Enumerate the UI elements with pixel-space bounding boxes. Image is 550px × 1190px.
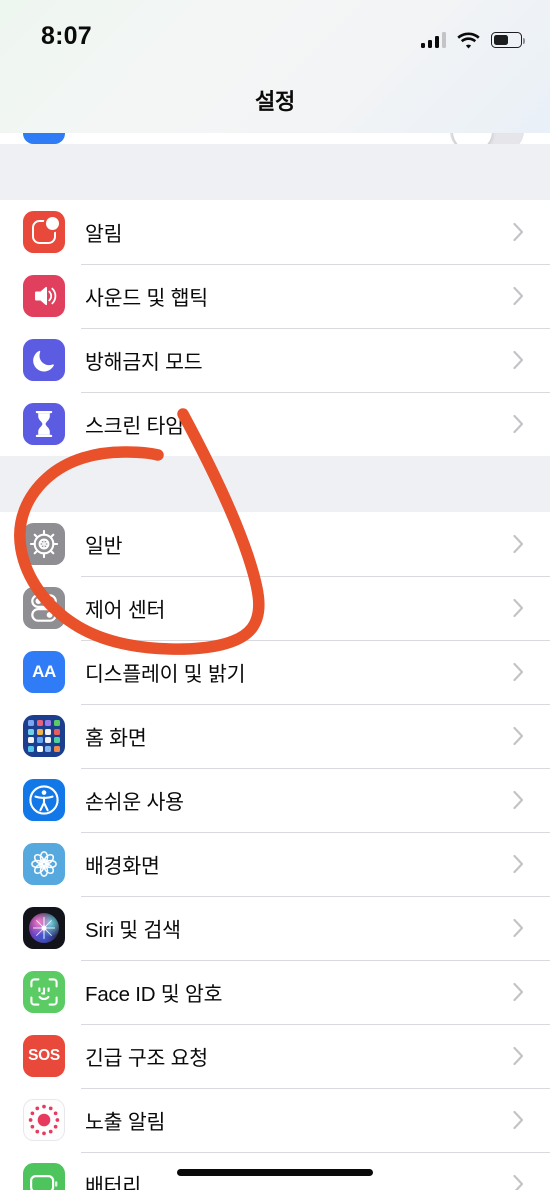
accessibility-icon xyxy=(23,779,65,821)
settings-row-wallpaper[interactable]: 배경화면 xyxy=(0,832,550,896)
settings-row-emergency-sos[interactable]: SOS 긴급 구조 요청 xyxy=(0,1024,550,1088)
battery-settings-icon xyxy=(23,1163,65,1190)
chevron-right-icon xyxy=(513,1174,524,1190)
sound-haptics-icon xyxy=(23,275,65,317)
settings-row-accessibility[interactable]: 손쉬운 사용 xyxy=(0,768,550,832)
chevron-right-icon xyxy=(513,918,524,938)
status-bar-indicators xyxy=(420,26,525,49)
chevron-right-icon xyxy=(513,982,524,1002)
status-bar-clock: 8:07 xyxy=(41,22,92,50)
chevron-right-icon xyxy=(513,222,524,242)
settings-row-display-brightness[interactable]: AA 디스플레이 및 밝기 xyxy=(0,640,550,704)
navigation-header: 8:07 설정 xyxy=(0,0,550,133)
row-label: 디스플레이 및 밝기 xyxy=(85,663,246,686)
home-screen-icon xyxy=(23,715,65,757)
row-label: 사운드 및 햅틱 xyxy=(85,287,208,310)
row-label: 긴급 구조 요청 xyxy=(85,1047,208,1070)
row-label: 배경화면 xyxy=(85,855,160,878)
screen-time-icon xyxy=(23,403,65,445)
row-label: Face ID 및 암호 xyxy=(85,983,223,1006)
control-center-icon xyxy=(23,587,65,629)
wallpaper-icon xyxy=(23,843,65,885)
chevron-right-icon xyxy=(513,286,524,306)
row-label: 손쉬운 사용 xyxy=(85,791,184,814)
emergency-sos-icon: SOS xyxy=(23,1035,65,1077)
status-bar: 8:07 xyxy=(0,0,550,62)
settings-list[interactable]: 알림 사운드 및 햅틱 방해금지 모드 스크린 타임 일반 제어 센터 AA 디… xyxy=(0,133,550,1190)
row-label: 홈 화면 xyxy=(85,727,147,750)
general-group: 일반 제어 센터 AA 디스플레이 및 밝기 홈 화면 손쉬운 사용 배경화면 … xyxy=(0,512,550,1190)
settings-row-face-id[interactable]: Face ID 및 암호 xyxy=(0,960,550,1024)
row-label: 일반 xyxy=(85,535,123,558)
chevron-right-icon xyxy=(513,790,524,810)
row-label: 노출 알림 xyxy=(85,1111,166,1134)
notifications-icon xyxy=(23,211,65,253)
row-label: 제어 센터 xyxy=(85,599,166,622)
chevron-right-icon xyxy=(513,414,524,434)
chevron-right-icon xyxy=(513,854,524,874)
chevron-right-icon xyxy=(513,1110,524,1130)
row-label: 배터리 xyxy=(85,1175,141,1190)
chevron-right-icon xyxy=(513,598,524,618)
settings-row-do-not-disturb[interactable]: 방해금지 모드 xyxy=(0,328,550,392)
row-label: Siri 및 검색 xyxy=(85,919,181,942)
chevron-right-icon xyxy=(513,534,524,554)
row-label: 알림 xyxy=(85,223,123,246)
row-label: 스크린 타임 xyxy=(85,415,184,438)
row-label: 방해금지 모드 xyxy=(85,351,203,374)
group-gap-2 xyxy=(0,456,550,512)
vpn-icon xyxy=(23,133,65,144)
wifi-icon xyxy=(457,31,480,49)
siri-search-icon xyxy=(23,907,65,949)
display-icon-label: AA xyxy=(32,662,56,681)
settings-row-siri-search[interactable]: Siri 및 검색 xyxy=(0,896,550,960)
chevron-right-icon xyxy=(513,1046,524,1066)
settings-row-exposure-notifications[interactable]: 노출 알림 xyxy=(0,1088,550,1152)
chevron-right-icon xyxy=(513,662,524,682)
settings-row-screen-time[interactable]: 스크린 타임 xyxy=(0,392,550,456)
settings-row-home-screen[interactable]: 홈 화면 xyxy=(0,704,550,768)
vpn-toggle[interactable] xyxy=(450,133,524,144)
group-gap-1 xyxy=(0,144,550,200)
cellular-signal-icon xyxy=(420,31,446,48)
sos-icon-label: SOS xyxy=(28,1047,60,1064)
chevron-right-icon xyxy=(513,726,524,746)
page-title: 설정 xyxy=(254,89,296,114)
display-brightness-icon: AA xyxy=(23,651,65,693)
face-id-icon xyxy=(23,971,65,1013)
settings-row-sounds-haptics[interactable]: 사운드 및 햅틱 xyxy=(0,264,550,328)
exposure-notifications-icon xyxy=(23,1099,65,1141)
general-gear-icon xyxy=(23,523,65,565)
battery-icon xyxy=(491,32,525,48)
home-indicator xyxy=(177,1169,373,1176)
chevron-right-icon xyxy=(513,350,524,370)
settings-row-control-center[interactable]: 제어 센터 xyxy=(0,576,550,640)
partial-row-cutoff[interactable] xyxy=(0,133,550,144)
settings-row-notifications[interactable]: 알림 xyxy=(0,200,550,264)
notifications-group: 알림 사운드 및 햅틱 방해금지 모드 스크린 타임 xyxy=(0,200,550,456)
do-not-disturb-icon xyxy=(23,339,65,381)
settings-row-general[interactable]: 일반 xyxy=(0,512,550,576)
iphone-settings-screen: 8:07 설정 알림 사운드 및 햅틱 방해금지 모드 스크린 타임 일반 제어… xyxy=(0,0,550,1190)
